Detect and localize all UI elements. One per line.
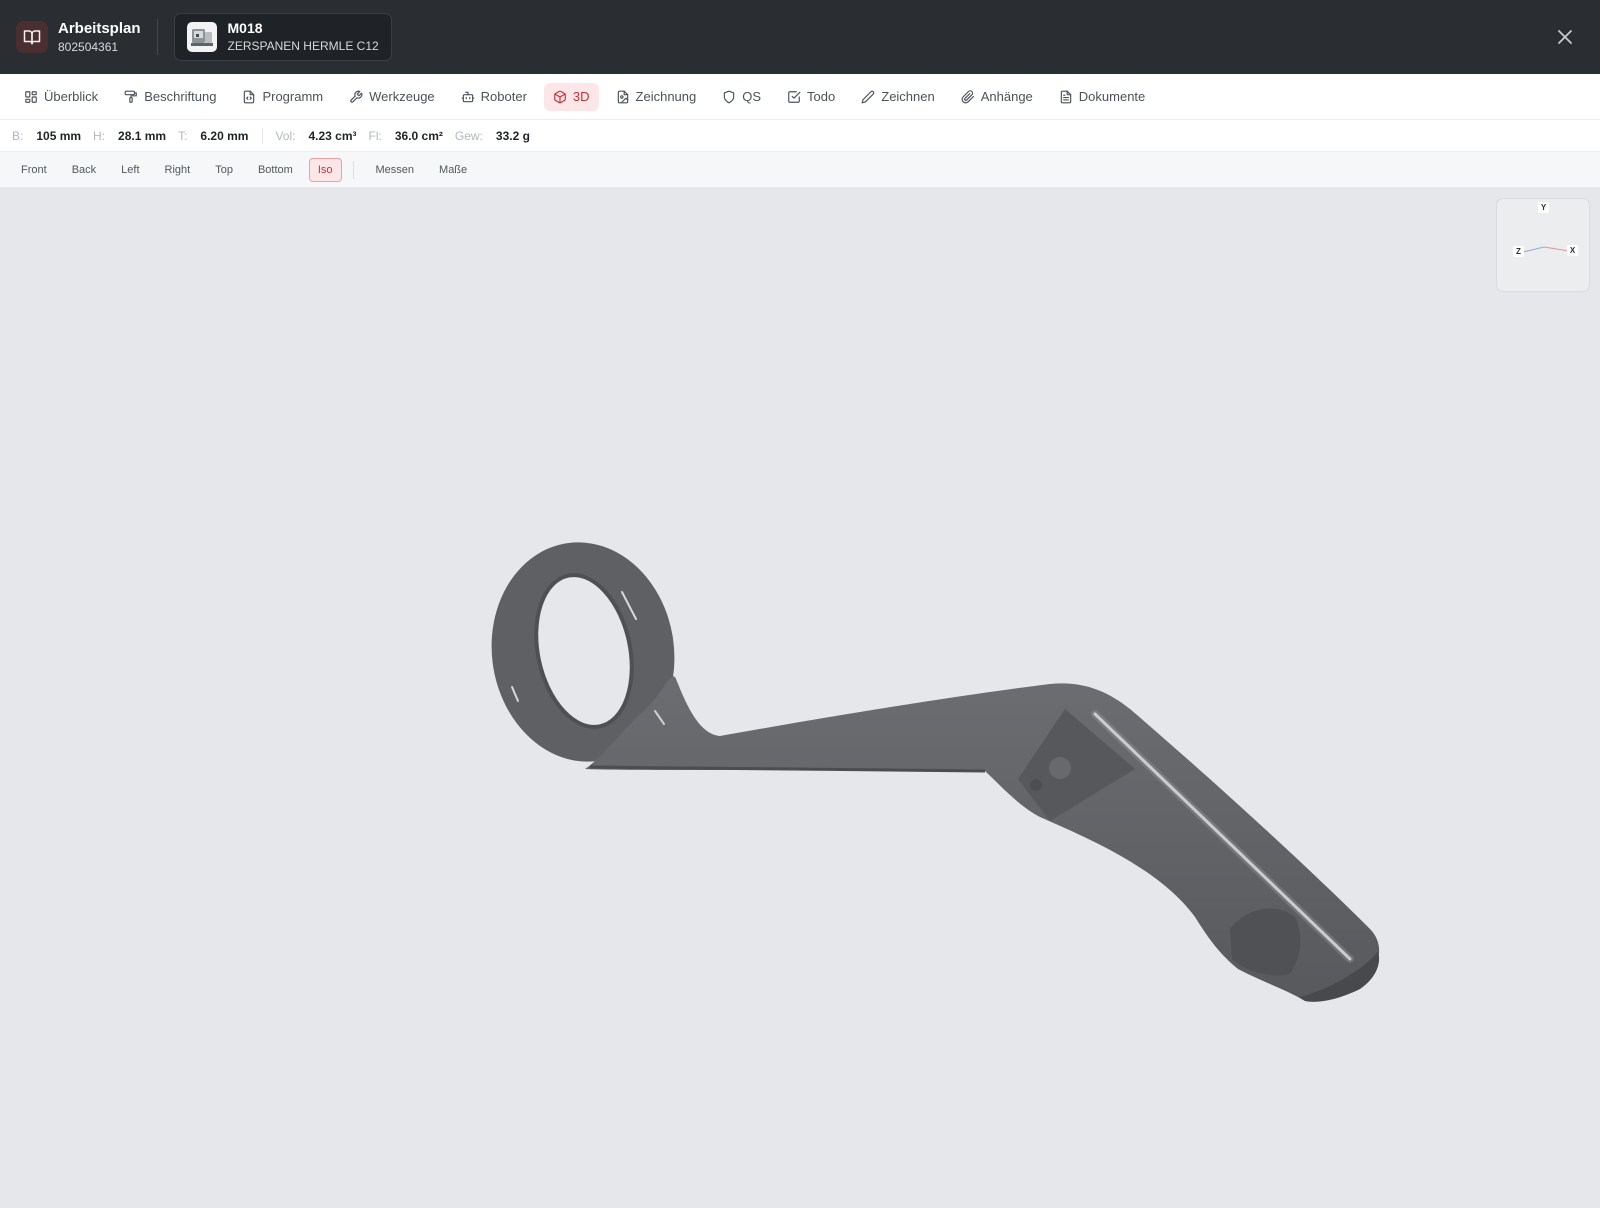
tab-documents[interactable]: Dokumente	[1050, 83, 1154, 111]
tab-label: Anhänge	[980, 89, 1033, 104]
document-icon	[1060, 90, 1072, 103]
depth-value: 6.20 mm	[200, 128, 249, 143]
tab-label: Überblick	[44, 89, 99, 104]
axis-z-label[interactable]: Z	[1513, 246, 1524, 257]
tab-todo[interactable]: Todo	[778, 83, 844, 111]
area-value: 36.0 cm²	[394, 128, 443, 143]
title-bar: Arbeitsplan 802504361 M018 ZERSPANEN HER…	[0, 0, 1600, 74]
machine-thumbnail-icon	[186, 22, 217, 52]
orientation-gizmo[interactable]: Y Z X	[1496, 198, 1590, 292]
dimension-info-bar: B: 105 mm H: 28.1 mm T: 6.20 mm Vol: 4.2…	[0, 120, 1600, 152]
tab-bar: Überblick Beschriftung Programm Werkzeug…	[0, 74, 1600, 120]
view-top-button[interactable]: Top	[206, 158, 242, 182]
view-bottom-button[interactable]: Bottom	[249, 158, 302, 182]
machine-card[interactable]: M018 ZERSPANEN HERMLE C12	[173, 13, 392, 61]
tab-overview[interactable]: Überblick	[15, 83, 107, 111]
dimensions-button[interactable]: Maße	[430, 158, 476, 182]
volume-label: Vol:	[275, 128, 296, 143]
weight-label: Gew:	[454, 128, 483, 143]
paint-roller-icon	[124, 90, 138, 103]
tab-label: Programm	[262, 89, 324, 104]
view-toolbar: Front Back Left Right Top Bottom Iso Mes…	[0, 152, 1600, 188]
toolbar-divider	[352, 160, 354, 179]
wrench-icon	[350, 90, 363, 103]
tab-3d[interactable]: 3D	[543, 82, 599, 111]
grid-icon	[25, 90, 37, 103]
axis-x-label[interactable]: X	[1567, 245, 1578, 256]
info-divider	[262, 127, 264, 144]
3d-part-model	[491, 542, 1380, 1002]
checkbox-icon	[788, 90, 801, 103]
code-file-icon	[244, 90, 255, 103]
tab-drawing[interactable]: Zeichnung	[607, 83, 706, 111]
view-front-button[interactable]: Front	[12, 158, 56, 182]
tab-label: Werkzeuge	[369, 89, 435, 104]
paperclip-icon	[961, 89, 974, 103]
axis-y-label[interactable]: Y	[1538, 202, 1549, 213]
machine-id: M018	[227, 20, 263, 36]
tab-label: Zeichnung	[635, 89, 697, 104]
view-back-button[interactable]: Back	[63, 158, 105, 182]
tab-label: Roboter	[480, 89, 527, 104]
tab-program[interactable]: Programm	[233, 83, 332, 111]
app-identity: Arbeitsplan 802504361	[16, 13, 141, 61]
view-right-button[interactable]: Right	[156, 158, 200, 182]
robot-icon	[461, 91, 475, 102]
image-file-icon	[617, 90, 628, 103]
pencil-icon	[861, 90, 875, 103]
close-icon	[1558, 30, 1572, 44]
area-label: Fl:	[368, 128, 382, 143]
shield-icon	[724, 90, 735, 103]
weight-value: 33.2 g	[495, 128, 530, 143]
tab-label: Zeichnen	[881, 89, 935, 104]
tab-label: 3D	[572, 89, 590, 104]
work-plan-number: 802504361	[58, 39, 119, 54]
view-left-button[interactable]: Left	[112, 158, 148, 182]
close-button[interactable]	[1552, 24, 1578, 50]
width-label: B:	[12, 128, 24, 143]
view-iso-button[interactable]: Iso	[308, 157, 342, 182]
tab-tools[interactable]: Werkzeuge	[340, 83, 444, 111]
height-label: H:	[93, 128, 106, 143]
measure-button[interactable]: Messen	[367, 158, 424, 182]
tab-sketch[interactable]: Zeichnen	[852, 83, 943, 111]
tab-label: Beschriftung	[144, 89, 217, 104]
app-title: Arbeitsplan	[58, 19, 141, 37]
tab-label: QS	[742, 89, 762, 104]
volume-value: 4.23 cm³	[308, 128, 357, 143]
tab-robot[interactable]: Roboter	[452, 83, 536, 111]
cube-icon	[554, 90, 566, 103]
tab-label: Todo	[807, 89, 836, 104]
title-divider	[156, 19, 158, 55]
width-value: 105 mm	[36, 128, 82, 143]
tab-label: Dokumente	[1078, 89, 1146, 104]
open-book-icon	[16, 21, 48, 53]
tab-attachments[interactable]: Anhänge	[952, 83, 1042, 111]
3d-viewport[interactable]: Y Z X	[0, 189, 1600, 1208]
tab-quality[interactable]: QS	[713, 83, 770, 111]
depth-label: T:	[178, 128, 188, 143]
height-value: 28.1 mm	[118, 128, 167, 143]
machine-name: ZERSPANEN HERMLE C12	[227, 39, 379, 53]
tab-labeling[interactable]: Beschriftung	[115, 83, 225, 111]
